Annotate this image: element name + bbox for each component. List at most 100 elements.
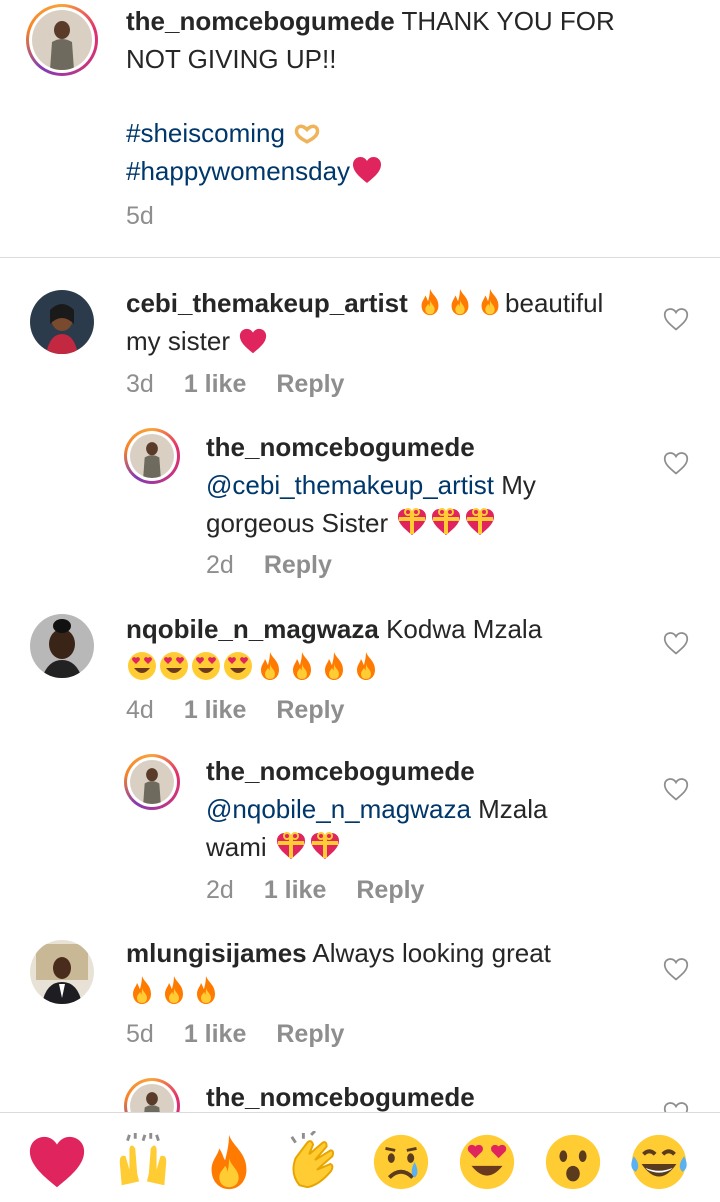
hashtag-line1: #sheiscoming [126,114,322,152]
comment-meta: 4d 1 like Reply [126,696,374,725]
comment-text-nqobile: nqobile_n_magwaza Kodwa Mzala [126,610,656,686]
comment-avatar-mlungisi[interactable] [30,940,94,1004]
comment-body: beautiful [505,288,604,318]
reply-avatar[interactable] [124,428,180,484]
profile-photo-icon [30,614,94,678]
caption-time: 5d [126,202,154,230]
like-heart-icon[interactable] [662,306,690,332]
comment-likes[interactable]: 1 like [184,370,247,398]
reply-button[interactable]: Reply [276,370,344,398]
caption-avatar[interactable] [26,4,98,76]
reply-button[interactable]: Reply [276,696,344,724]
like-heart-icon[interactable] [662,630,690,656]
gift-heart-icon [308,830,342,862]
caption-line1: THANK YOU FOR [401,6,615,36]
emoji-row [126,652,382,682]
reply-button[interactable]: Reply [276,1020,344,1048]
caption-text: the_nomcebogumede THANK YOU FOR NOT GIVI… [126,2,686,78]
hashtag-line2: #happywomensday [126,152,384,190]
caption-username[interactable]: the_nomcebogumede [126,6,395,36]
hashtag-happywomensday[interactable]: #happywomensday [126,156,350,186]
fire-icon [318,650,350,682]
red-heart-icon [237,326,269,356]
fire-icon [286,650,318,682]
emoji-row [126,976,222,1006]
reply-text: the_nomcebogumede @nqobile_n_magwaza Mza… [206,752,656,866]
comment-username[interactable]: the_nomcebogumede [206,432,475,462]
caption-meta: 5d [126,202,184,231]
comment-meta: 2d 1 like Reply [206,876,454,905]
comment-time: 4d [126,696,154,724]
comment-time: 5d [126,1020,154,1048]
heart-eyes-icon[interactable] [456,1131,518,1193]
fire-icon [254,650,286,682]
comment-body-cont: gorgeous Sister [206,508,389,538]
crying-face-icon[interactable] [370,1131,432,1193]
heart-eyes-icon [126,650,158,682]
reply-text: the_nomcebogumede @cebi_themakeup_artist… [206,428,656,542]
comment-body: Mzala [478,794,548,824]
reply-avatar[interactable] [124,754,180,810]
fire-icon [445,286,475,318]
like-heart-icon[interactable] [662,450,690,476]
profile-photo-icon [30,940,94,1004]
comment-username[interactable]: mlungisijames [126,938,307,968]
comment-likes[interactable]: 1 like [264,876,327,904]
surprised-face-icon[interactable] [542,1131,604,1193]
comment-username[interactable]: cebi_themakeup_artist [126,288,408,318]
comment-meta: 2d Reply [206,551,362,580]
comment-username[interactable]: nqobile_n_magwaza [126,614,379,644]
profile-photo-icon [130,760,174,804]
post-caption: the_nomcebogumede THANK YOU FOR NOT GIVI… [0,0,720,258]
clapping-hands-icon[interactable] [284,1131,346,1193]
heart-eyes-icon [190,650,222,682]
raising-hands-icon[interactable] [112,1131,174,1193]
fire-icon[interactable] [198,1131,260,1193]
gift-heart-icon [463,506,497,538]
heart-eyes-icon [222,650,254,682]
reply-button[interactable]: Reply [264,551,332,579]
comment-username[interactable]: the_nomcebogumede [206,756,475,786]
like-heart-icon[interactable] [662,956,690,982]
comment-likes[interactable]: 1 like [184,696,247,724]
comment-text-cebi: cebi_themakeup_artist beautiful my siste… [126,284,656,360]
reply-text: the_nomcebogumede [206,1078,475,1116]
red-heart-icon [350,154,384,186]
comment-avatar-nqobile[interactable] [30,614,94,678]
fire-icon [126,974,158,1006]
mention-link[interactable]: @cebi_themakeup_artist [206,470,494,500]
comment-text-mlungisi: mlungisijames Always looking great [126,934,656,1010]
caption-line2: NOT GIVING UP!! [126,44,337,74]
fire-icon [190,974,222,1006]
heart-eyes-icon [158,650,190,682]
comment-meta: 3d 1 like Reply [126,370,374,399]
comment-body-cont: wami [206,832,267,862]
reply-button[interactable]: Reply [356,876,424,904]
comment-likes[interactable]: 1 like [184,1020,247,1048]
gift-heart-icon [395,506,429,538]
comment-meta: 5d 1 like Reply [126,1020,374,1049]
comment-body-cont: my sister [126,326,230,356]
fire-icon [475,286,505,318]
profile-photo-icon [32,10,92,70]
red-heart-icon[interactable] [26,1131,88,1193]
comment-time: 3d [126,370,154,398]
comment-time: 2d [206,551,234,579]
profile-photo-icon [130,434,174,478]
mention-link[interactable]: @nqobile_n_magwaza [206,794,471,824]
like-heart-icon[interactable] [662,776,690,802]
emoji-reaction-bar [0,1112,720,1202]
fire-icon [158,974,190,1006]
comment-username[interactable]: the_nomcebogumede [206,1082,475,1112]
gift-heart-icon [429,506,463,538]
fire-icon [415,286,445,318]
hashtag-sheiscoming[interactable]: #sheiscoming [126,118,285,148]
gift-heart-icon [274,830,308,862]
heart-hands-icon [292,119,322,147]
comment-time: 2d [206,876,234,904]
fire-icon [350,650,382,682]
comment-body: Kodwa Mzala [386,614,543,644]
comment-avatar-cebi[interactable] [30,290,94,354]
profile-photo-icon [30,290,94,354]
tears-of-joy-icon[interactable] [628,1131,690,1193]
